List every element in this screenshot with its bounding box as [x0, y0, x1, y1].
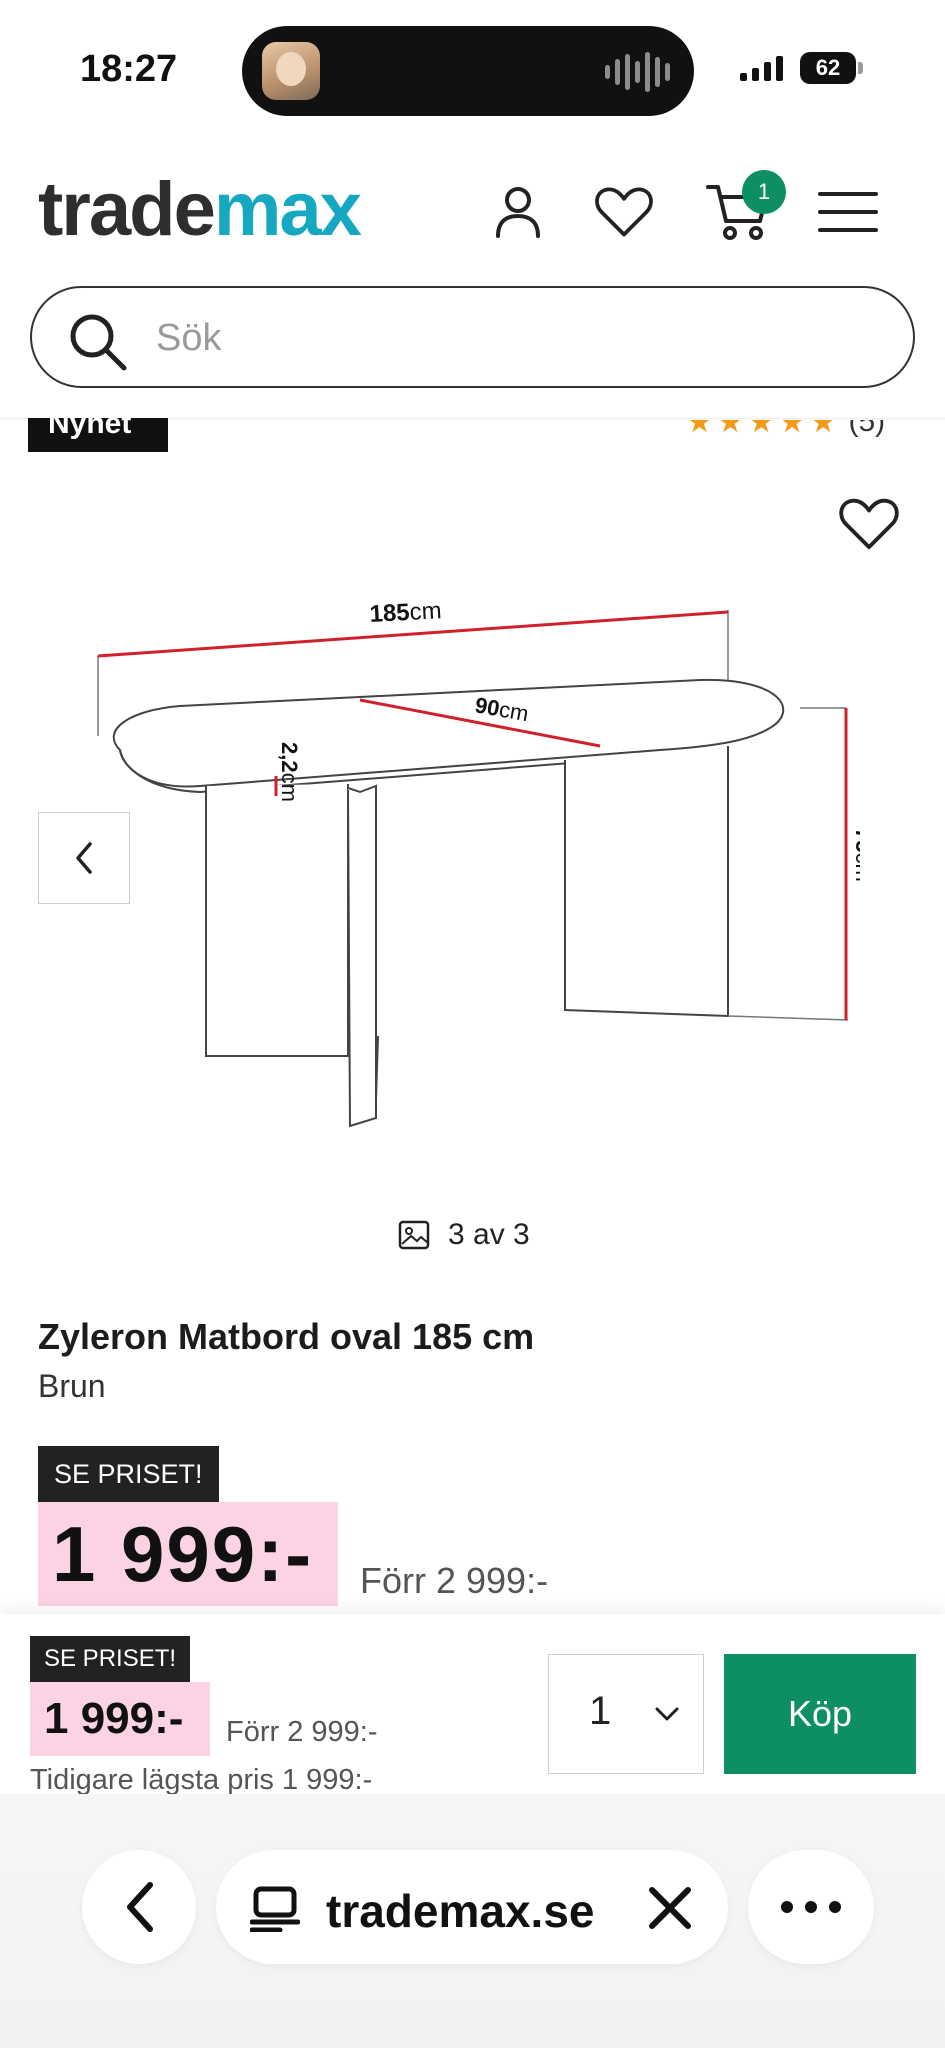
product-was-price: Förr 2 999:-: [360, 1560, 549, 1601]
image-counter-text: 3 av 3: [448, 1218, 530, 1251]
previous-image-button[interactable]: [38, 812, 130, 904]
quantity-select[interactable]: 1: [548, 1654, 704, 1774]
cart-count-badge: 1: [742, 170, 786, 214]
image-counter: 3 av 3: [398, 1218, 530, 1252]
new-badge: Nyhet: [28, 418, 168, 452]
browser-back-button[interactable]: [82, 1850, 196, 1964]
sticky-buy-bar: SE PRISET! 1 999:- Förr 2 999:- Tidigare…: [0, 1614, 945, 1796]
battery-icon: 62: [800, 52, 856, 84]
search-icon: [68, 312, 128, 377]
sticky-price: 1 999:-: [30, 1682, 210, 1756]
heart-outline-icon: [839, 498, 899, 550]
site-header: trademax 1: [0, 150, 945, 280]
battery-tip: [858, 62, 863, 74]
quantity-value: 1: [589, 1689, 612, 1733]
product-image[interactable]: 185cm 90cm 2,2cm 75cm: [60, 560, 860, 1160]
product-rating[interactable]: ★★★★★ (5): [686, 405, 886, 440]
menu-icon[interactable]: [818, 180, 878, 244]
image-icon: [398, 1220, 430, 1250]
product-variant: Brun: [38, 1368, 106, 1404]
dimension-length-label: 185cm: [369, 597, 442, 628]
chevron-down-icon: [655, 1707, 679, 1721]
trademax-logo[interactable]: trademax: [38, 172, 362, 248]
heart-icon[interactable]: [594, 180, 654, 244]
lowest-price-note: Tidigare lägsta pris 1 999:-: [30, 1764, 373, 1796]
sticky-was-price: Förr 2 999:-: [226, 1716, 378, 1748]
dynamic-island[interactable]: [242, 26, 694, 116]
address-bar[interactable]: trademax.se: [216, 1850, 728, 1964]
island-avatar: [262, 42, 320, 100]
status-time: 18:27: [80, 48, 178, 90]
browser-toolbar: trademax.se: [0, 1794, 945, 2048]
more-icon: [781, 1901, 841, 1913]
more-options-button[interactable]: [748, 1850, 874, 1964]
logo-part-trade: trade: [38, 167, 216, 252]
search-bar[interactable]: [30, 286, 915, 388]
user-icon[interactable]: [488, 180, 548, 244]
search-input[interactable]: [156, 310, 856, 366]
signal-icon: [740, 55, 783, 81]
back-arrow-icon: [127, 1882, 153, 1932]
logo-part-max: max: [213, 167, 362, 252]
reader-icon: [250, 1886, 300, 1932]
rating-stars: ★★★★★: [686, 405, 841, 439]
url-text: trademax.se: [326, 1885, 595, 1937]
dimension-height-label: 75cm: [851, 828, 860, 882]
close-icon[interactable]: [646, 1884, 694, 1932]
dimension-thickness-label: 2,2cm: [277, 742, 302, 802]
product-price: 1 999:-: [38, 1502, 338, 1606]
rating-count: (5): [848, 405, 886, 438]
product-title: Zyleron Matbord oval 185 cm: [38, 1316, 535, 1357]
audio-wave-icon: [605, 52, 670, 92]
price-campaign-tag: SE PRISET!: [38, 1446, 219, 1502]
wishlist-button[interactable]: [836, 494, 902, 554]
sticky-price-tag: SE PRISET!: [30, 1636, 191, 1682]
status-bar: 18:27 62: [0, 0, 945, 130]
buy-button[interactable]: Köp: [724, 1654, 916, 1774]
chevron-left-icon: [76, 842, 92, 874]
